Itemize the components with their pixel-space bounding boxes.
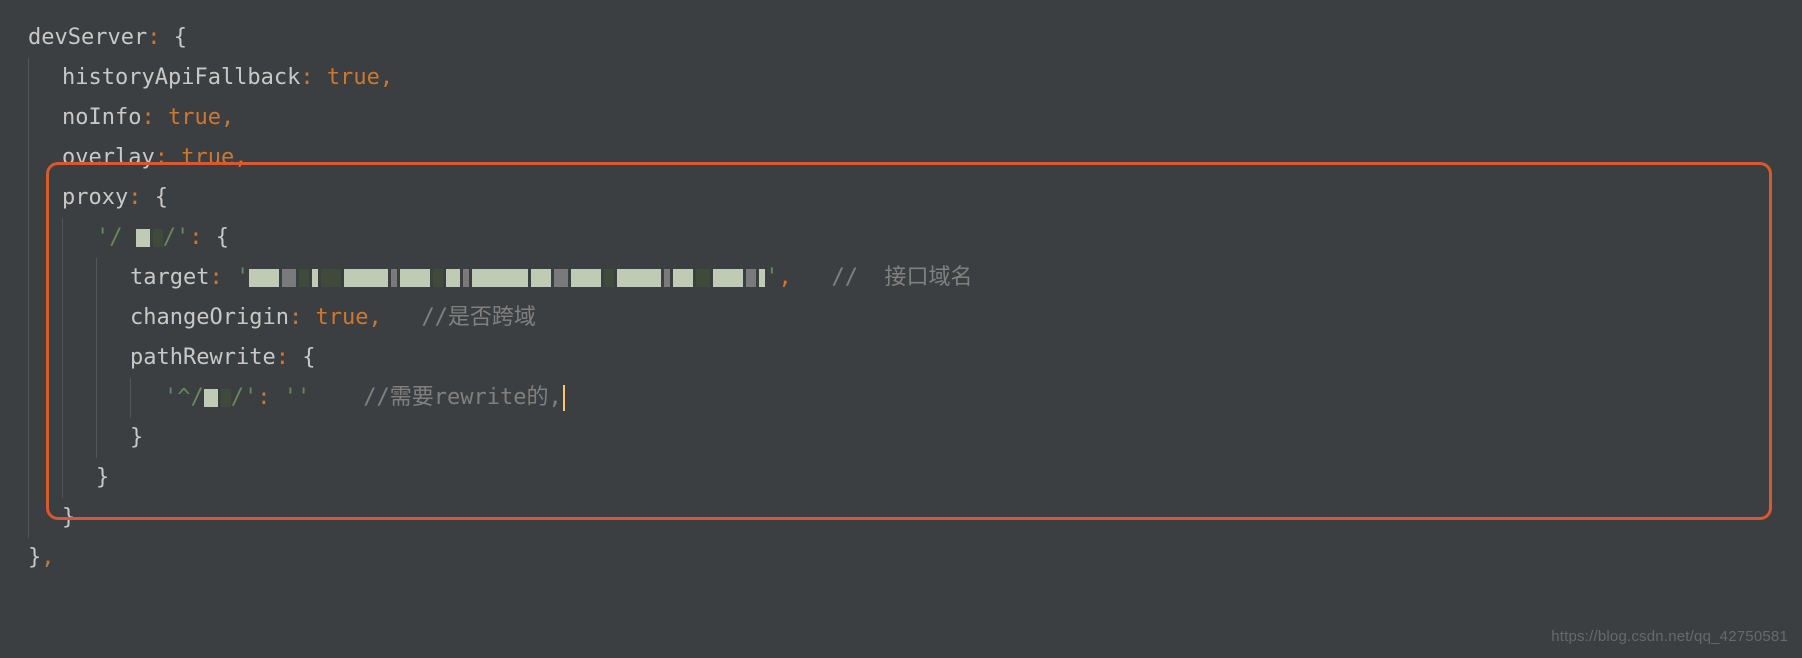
code-line: target: ' ', // 接口域名 — [28, 258, 1802, 298]
watermark-text: https://blog.csdn.net/qq_42750581 — [1551, 623, 1788, 650]
code-editor[interactable]: devServer: { historyApiFallback: true, n… — [0, 0, 1802, 658]
code-line: pathRewrite: { — [28, 338, 1802, 378]
code-token-boolean: true — [168, 98, 221, 138]
code-token-boolean: true — [315, 298, 368, 338]
code-line: '/ /': { — [28, 218, 1802, 258]
code-token-brace: } — [62, 498, 75, 538]
code-token-brace: } — [96, 458, 109, 498]
code-token-comment: //是否跨域 — [421, 298, 536, 338]
code-line: '^//': '' //需要rewrite的, — [28, 378, 1802, 418]
code-line: changeOrigin: true, //是否跨域 — [28, 298, 1802, 338]
code-token-boolean: true — [181, 138, 234, 178]
code-token-property: proxy — [62, 178, 128, 218]
code-line: }, — [28, 538, 1802, 578]
code-token-boolean: true — [327, 58, 380, 98]
code-token-property: devServer — [28, 18, 147, 58]
code-token-brace: { — [174, 18, 187, 58]
code-token-string: '' — [284, 378, 311, 418]
code-line: devServer: { — [28, 18, 1802, 58]
text-caret — [563, 385, 565, 411]
code-line: } — [28, 498, 1802, 538]
code-line: proxy: { — [28, 178, 1802, 218]
code-token-colon: : — [147, 18, 160, 58]
code-token-brace: } — [28, 538, 41, 578]
code-token-property: noInfo — [62, 98, 141, 138]
redacted-text — [136, 227, 163, 249]
code-line: } — [28, 418, 1802, 458]
code-token-comment: //需要rewrite的, — [363, 378, 561, 418]
code-token-comment: // 接口域名 — [831, 258, 972, 298]
code-token-brace: } — [130, 418, 143, 458]
code-token-string: '/ — [96, 218, 123, 258]
code-token-property: changeOrigin — [130, 298, 289, 338]
code-token-property: historyApiFallback — [62, 58, 300, 98]
code-token-string: '^/ — [164, 378, 204, 418]
code-line: } — [28, 458, 1802, 498]
redacted-text — [204, 387, 231, 409]
code-line: overlay: true, — [28, 138, 1802, 178]
code-token-property: pathRewrite — [130, 338, 276, 378]
code-line: noInfo: true, — [28, 98, 1802, 138]
redacted-text — [249, 267, 765, 289]
code-token-property: overlay — [62, 138, 155, 178]
code-line: historyApiFallback: true, — [28, 58, 1802, 98]
code-token-property: target — [130, 258, 209, 298]
